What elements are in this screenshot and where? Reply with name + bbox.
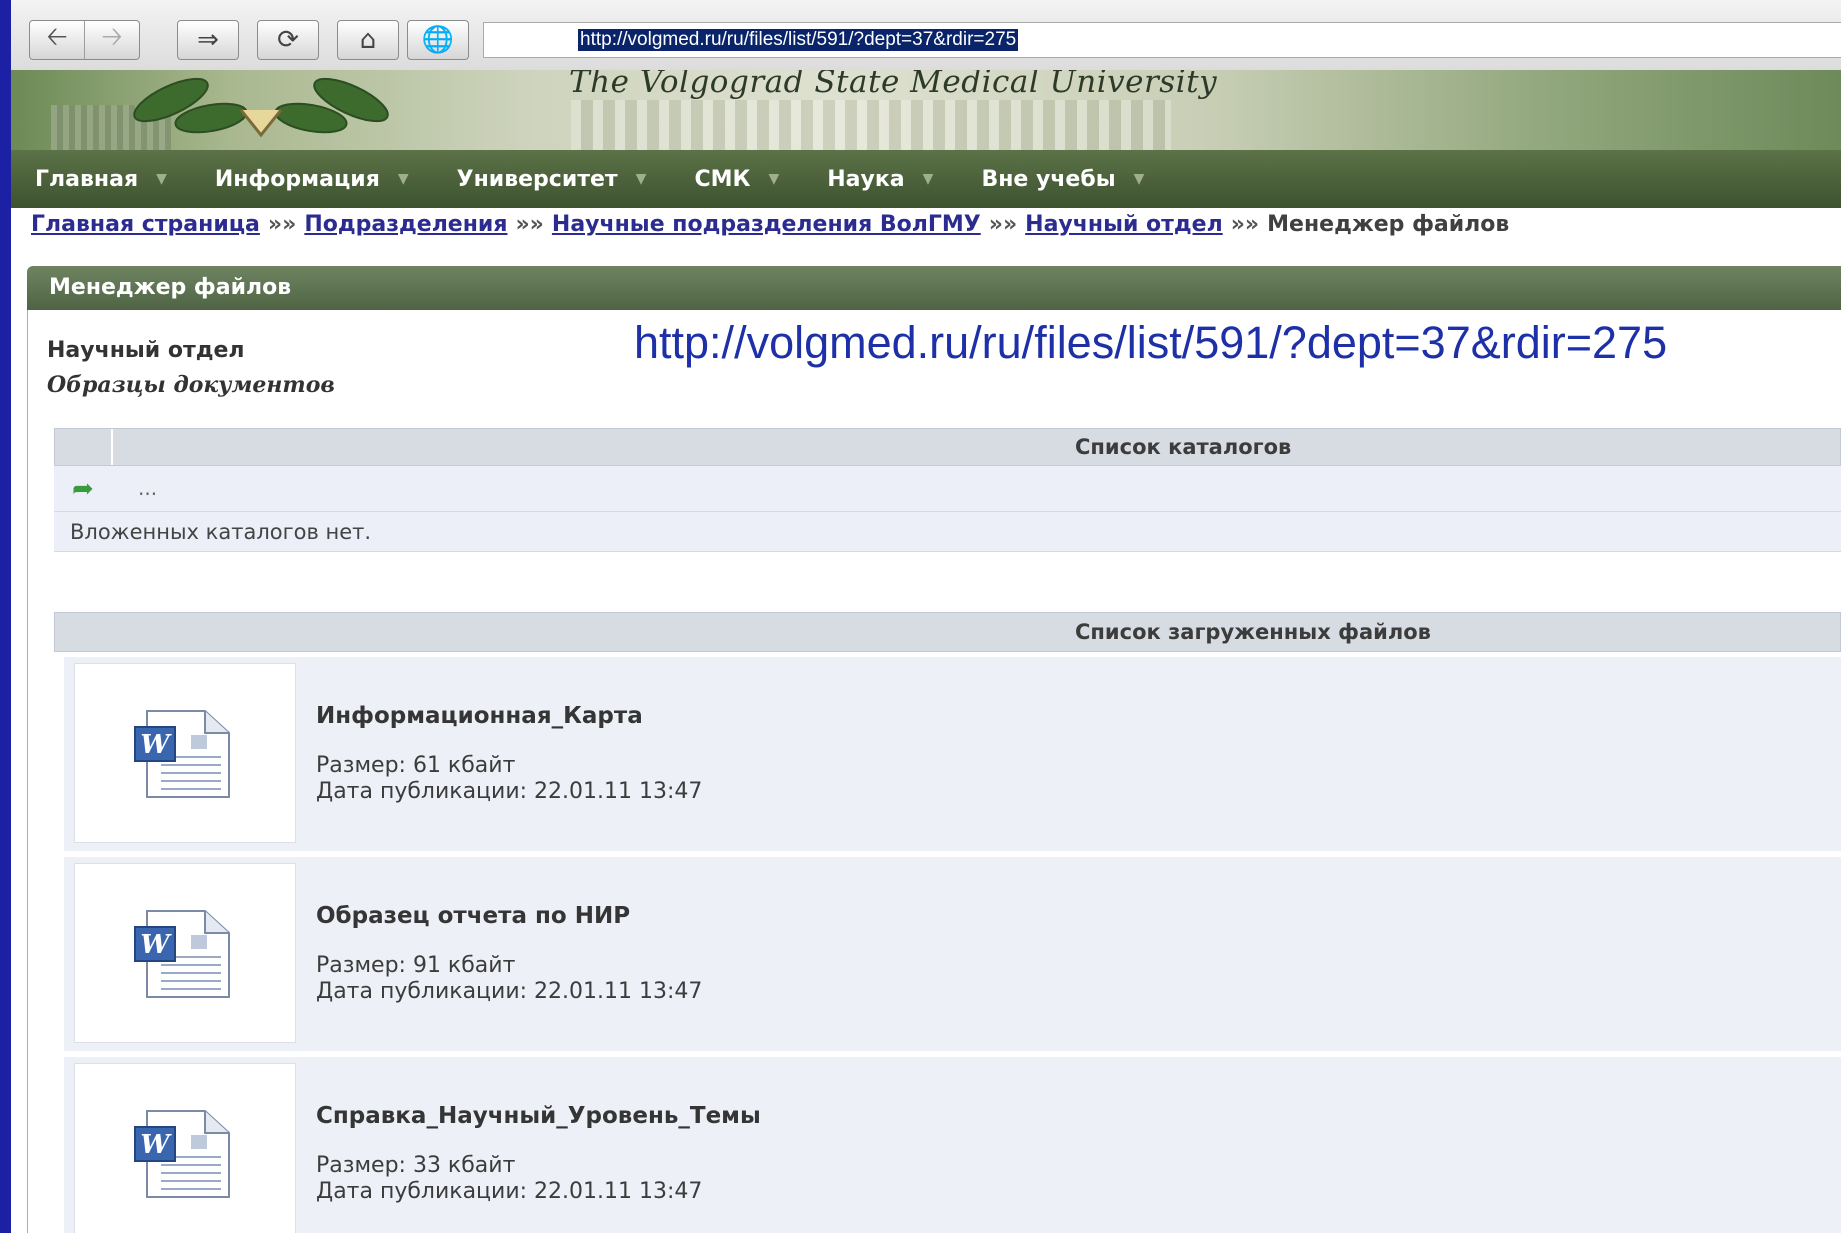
forward-button[interactable]: 🡢 bbox=[84, 21, 139, 59]
file-row[interactable]: W Справка_Научный_Уровень_Темы Размер: 3… bbox=[64, 1057, 1841, 1233]
chevron-down-icon: ▼ bbox=[922, 171, 934, 187]
breadcrumb: Главная страница »» Подразделения »» Научные… bbox=[31, 212, 1509, 237]
address-bar[interactable]: http://volgmed.ru/ru/files/list/591/?dep… bbox=[483, 22, 1841, 58]
home-button[interactable]: ⌂ bbox=[337, 20, 399, 60]
word-document-icon: W bbox=[134, 910, 230, 998]
file-date: Дата публикации: 22.01.11 13:47 bbox=[316, 979, 703, 1004]
breadcrumb-link[interactable]: Научные подразделения ВолГМУ bbox=[552, 212, 981, 237]
chevron-down-icon: ▼ bbox=[768, 171, 780, 187]
browser-page: 🡠 🡢 ⇒ ⟳ ⌂ 🌐 http://volgmed.ru/ru/files/l… bbox=[11, 0, 1841, 1233]
chevron-down-icon: ▼ bbox=[635, 171, 647, 187]
chevron-down-icon: ▼ bbox=[156, 171, 167, 187]
svg-text:W: W bbox=[140, 930, 172, 960]
double-arrow-icon: ⇒ bbox=[197, 25, 219, 55]
address-text[interactable]: http://volgmed.ru/ru/files/list/591/?dep… bbox=[578, 29, 1019, 51]
site-info-button[interactable]: 🌐 bbox=[407, 20, 469, 60]
breadcrumb-separator: »» bbox=[988, 212, 1018, 237]
slide-border bbox=[0, 0, 11, 1233]
breadcrumb-link[interactable]: Подразделения bbox=[304, 212, 507, 237]
files-header: Список загруженных файлов bbox=[54, 612, 1841, 652]
file-size: Размер: 91 кбайт bbox=[316, 953, 516, 978]
arrow-left-icon: 🡠 bbox=[46, 22, 68, 52]
globe-icon: 🌐 bbox=[421, 25, 455, 55]
nav-item-science[interactable]: Наука ▼ bbox=[827, 167, 933, 192]
nav-item-university[interactable]: Университет ▼ bbox=[457, 167, 647, 192]
parent-folder-link[interactable]: ... bbox=[138, 476, 157, 500]
nav-label: Наука bbox=[827, 166, 905, 192]
catalogs-header-title: Список каталогов bbox=[1075, 435, 1292, 459]
reload-icon: ⟳ bbox=[277, 25, 299, 55]
chevron-down-icon: ▼ bbox=[1133, 171, 1145, 187]
nav-label: Главная bbox=[35, 166, 139, 192]
fast-forward-button[interactable]: ⇒ bbox=[177, 20, 239, 60]
panel-title: Менеджер файлов bbox=[27, 266, 1841, 310]
browser-toolbar: 🡠 🡢 ⇒ ⟳ ⌂ 🌐 http://volgmed.ru/ru/files/l… bbox=[11, 0, 1841, 71]
chevron-down-icon: ▼ bbox=[397, 171, 409, 187]
folder-up-icon[interactable]: ➦ bbox=[72, 474, 94, 504]
breadcrumb-current: Менеджер файлов bbox=[1267, 212, 1510, 237]
nav-label: Информация bbox=[214, 166, 380, 192]
parent-folder-row[interactable]: ➦ ... bbox=[54, 466, 1841, 512]
file-date: Дата публикации: 22.01.11 13:47 bbox=[316, 1179, 703, 1204]
main-nav: Главная ▼ Информация ▼ Университет ▼ СМК ▼ Н… bbox=[11, 150, 1841, 208]
back-button[interactable]: 🡠 bbox=[30, 21, 84, 59]
nav-item-extracurricular[interactable]: Вне учебы ▼ bbox=[981, 167, 1144, 192]
file-size: Размер: 61 кбайт bbox=[316, 753, 516, 778]
university-emblem-logo bbox=[133, 77, 389, 138]
folder-subtitle: Образцы документов bbox=[47, 372, 335, 398]
nav-label: Университет bbox=[456, 166, 618, 192]
breadcrumb-link[interactable]: Научный отдел bbox=[1025, 212, 1223, 237]
catalogs-header: Список каталогов bbox=[54, 428, 1841, 466]
files-header-title: Список загруженных файлов bbox=[1075, 620, 1431, 644]
no-subfolders-text: Вложенных каталогов нет. bbox=[70, 520, 372, 544]
nav-item-home[interactable]: Главная ▼ bbox=[35, 167, 167, 192]
file-thumbnail[interactable]: W bbox=[74, 663, 296, 843]
catalogs-header-icon-cell bbox=[55, 429, 113, 465]
svg-text:W: W bbox=[140, 730, 172, 760]
word-document-icon: W bbox=[134, 1110, 230, 1198]
file-row[interactable]: W Образец отчета по НИР Размер: 91 кбайт… bbox=[64, 857, 1841, 1057]
word-document-icon: W bbox=[134, 710, 230, 798]
breadcrumb-separator: »» bbox=[1230, 212, 1260, 237]
file-name-link[interactable]: Справка_Научный_Уровень_Темы bbox=[316, 1103, 761, 1129]
university-name: The Volgograd State Medical University bbox=[569, 70, 1218, 100]
breadcrumb-link[interactable]: Главная страница bbox=[31, 212, 260, 237]
file-row[interactable]: W Информационная_Карта Размер: 61 кбайт … bbox=[64, 657, 1841, 857]
svg-text:W: W bbox=[140, 1130, 172, 1160]
file-thumbnail[interactable]: W bbox=[74, 1063, 296, 1233]
history-buttons: 🡠 🡢 bbox=[29, 20, 140, 60]
header-background-image bbox=[571, 100, 1171, 150]
file-name-link[interactable]: Образец отчета по НИР bbox=[316, 903, 630, 929]
nav-item-smk[interactable]: СМК ▼ bbox=[694, 167, 779, 192]
breadcrumb-separator: »» bbox=[515, 212, 544, 237]
no-subfolders-row: Вложенных каталогов нет. bbox=[54, 512, 1841, 552]
breadcrumb-separator: »» bbox=[267, 212, 297, 237]
arrow-right-icon: 🡢 bbox=[101, 22, 123, 52]
nav-label: СМК bbox=[694, 166, 751, 192]
nav-label: Вне учебы bbox=[981, 166, 1116, 192]
file-size: Размер: 33 кбайт bbox=[316, 1153, 516, 1178]
file-name-link[interactable]: Информационная_Карта bbox=[316, 703, 643, 729]
home-icon: ⌂ bbox=[359, 25, 377, 55]
file-date: Дата публикации: 22.01.11 13:47 bbox=[316, 779, 703, 804]
department-name: Научный отдел bbox=[47, 338, 245, 363]
nav-item-info[interactable]: Информация ▼ bbox=[215, 167, 409, 192]
file-thumbnail[interactable]: W bbox=[74, 863, 296, 1043]
overlay-url-text: http://volgmed.ru/ru/files/list/591/?dep… bbox=[634, 317, 1668, 368]
reload-button[interactable]: ⟳ bbox=[257, 20, 319, 60]
site-header: The Volgograd State Medical University bbox=[11, 70, 1841, 150]
